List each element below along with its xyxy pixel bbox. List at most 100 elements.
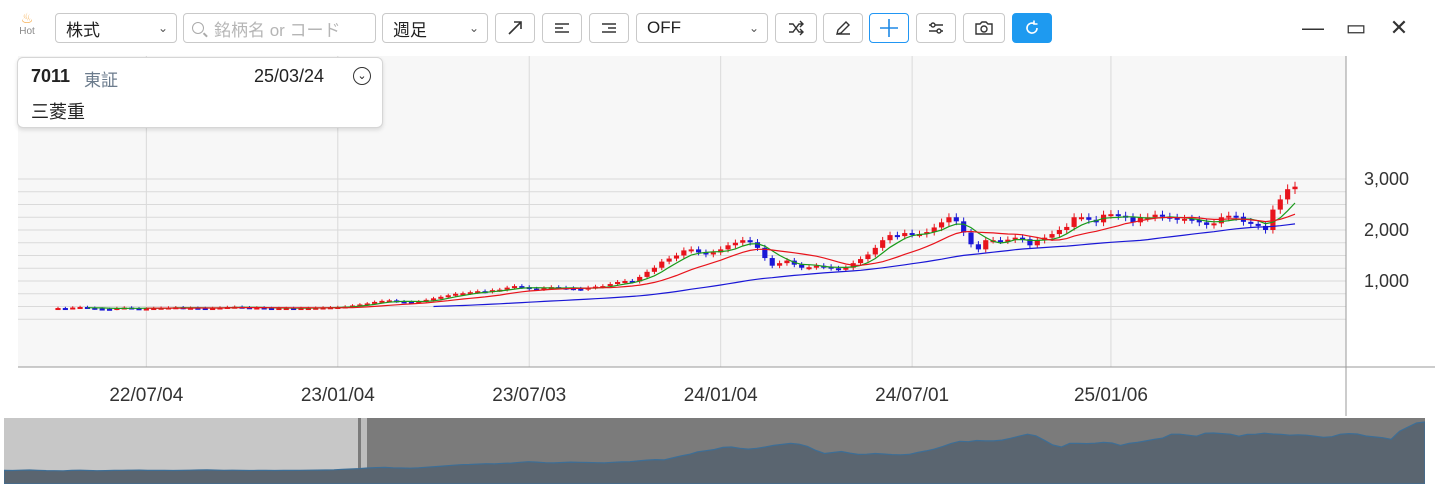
candle-body [902, 233, 908, 237]
indicator-select[interactable]: OFF ⌄ [636, 13, 768, 43]
candle-body [1181, 218, 1188, 221]
candle-body [438, 296, 444, 299]
maximize-button[interactable]: ▭ [1343, 16, 1369, 40]
candle-body [710, 252, 716, 255]
candle-body [666, 258, 672, 262]
x-tick-label: 23/01/04 [301, 385, 375, 406]
trend-arrow-icon [508, 21, 522, 35]
y-tick-label: 1,000 [1364, 271, 1409, 291]
chevron-down-circle-icon[interactable]: ⌄ [353, 67, 371, 85]
align-right-icon [602, 23, 616, 33]
candle-body [725, 245, 731, 250]
minimize-button[interactable]: — [1300, 16, 1326, 40]
navigator[interactable] [4, 418, 1425, 484]
period-select-value: 週足 [393, 20, 427, 40]
chevron-down-icon: ⌄ [157, 21, 168, 35]
candle-body [143, 308, 149, 311]
sliders-icon [929, 22, 943, 34]
candle-body [453, 293, 459, 296]
candle-body [622, 281, 628, 283]
chevron-down-icon: ⌄ [748, 21, 759, 35]
market-select[interactable]: 株式 ⌄ [55, 13, 177, 43]
candle-body [681, 250, 687, 256]
trendline-button[interactable] [495, 13, 535, 43]
candle-body [1292, 186, 1298, 190]
stock-name: 三菱重 [31, 102, 85, 122]
candle-body [894, 235, 900, 238]
candle-body [55, 308, 61, 311]
crosshair-button[interactable] [869, 13, 909, 43]
period-select[interactable]: 週足 ⌄ [382, 13, 488, 43]
refresh-button[interactable] [1012, 13, 1052, 43]
align-left-button[interactable] [542, 13, 582, 43]
camera-icon [975, 21, 993, 35]
candle-body [644, 271, 650, 277]
indicator-select-value: OFF [647, 18, 681, 37]
candle-body [1255, 223, 1261, 226]
candle-body [696, 249, 702, 253]
search-placeholder: 銘柄名 or コード [214, 20, 341, 40]
candle-body [938, 222, 945, 228]
refresh-icon [1026, 20, 1038, 34]
align-right-button[interactable] [589, 13, 629, 43]
candle-body [1226, 215, 1232, 218]
candle-body [673, 255, 680, 259]
x-tick-label: 24/07/01 [875, 385, 949, 406]
market-select-value: 株式 [66, 20, 100, 40]
exchange-label: 東証 [84, 71, 118, 90]
candle-body [651, 267, 657, 272]
candle-body [1204, 222, 1210, 225]
candle-body [688, 249, 694, 252]
shuffle-icon [789, 20, 804, 36]
x-tick-label: 25/01/06 [1074, 385, 1148, 406]
candle-body [1233, 215, 1239, 218]
draw-button[interactable] [823, 13, 863, 43]
candle-body [99, 308, 105, 311]
candle-body [1056, 230, 1062, 235]
candle-body [1049, 234, 1055, 238]
candle-body [1071, 217, 1077, 227]
shuffle-button[interactable] [775, 13, 817, 43]
candle-body [1078, 217, 1085, 220]
candle-body [843, 267, 849, 270]
candle-body [909, 233, 915, 236]
candle-body [975, 244, 981, 250]
x-tick-label: 24/01/04 [684, 385, 758, 406]
pencil-icon [836, 21, 850, 35]
candle-body [1108, 214, 1114, 217]
candle-body [769, 258, 775, 266]
candle-body [983, 240, 989, 250]
candle-body [997, 240, 1004, 243]
candle-body [1285, 189, 1291, 200]
search-input[interactable]: 銘柄名 or コード [183, 13, 376, 43]
candle-body [799, 264, 805, 268]
candle-body [1277, 199, 1283, 210]
candle-body [946, 217, 952, 223]
candle-body [77, 307, 83, 310]
candle-body [106, 308, 113, 311]
candle-body [961, 221, 967, 233]
candle-body [784, 260, 790, 264]
candle-body [754, 242, 761, 248]
close-button[interactable]: ✕ [1386, 16, 1412, 40]
y-tick-label: 2,000 [1364, 220, 1409, 240]
candle-body [887, 235, 893, 241]
candle-body [1211, 223, 1217, 226]
candle-body [1248, 221, 1254, 224]
navigator-area [4, 421, 1425, 484]
candle-body [1218, 217, 1224, 224]
crosshair-icon [880, 19, 898, 37]
candle-body [777, 263, 783, 266]
screenshot-button[interactable] [963, 13, 1005, 43]
date-label: 25/03/24 [254, 66, 325, 86]
candle-body [872, 247, 878, 255]
candle-body [865, 254, 871, 260]
chevron-down-icon: ⌄ [468, 21, 479, 35]
candle-body [70, 307, 76, 310]
candle-body [445, 295, 451, 298]
candle-body [578, 288, 584, 291]
stock-info-box: 7011 東証 25/03/24 ⌄ 三菱重 [17, 57, 383, 128]
settings-button[interactable] [916, 13, 956, 43]
candle-body [1152, 214, 1158, 218]
hot-button[interactable]: ♨ Hot [12, 10, 42, 37]
